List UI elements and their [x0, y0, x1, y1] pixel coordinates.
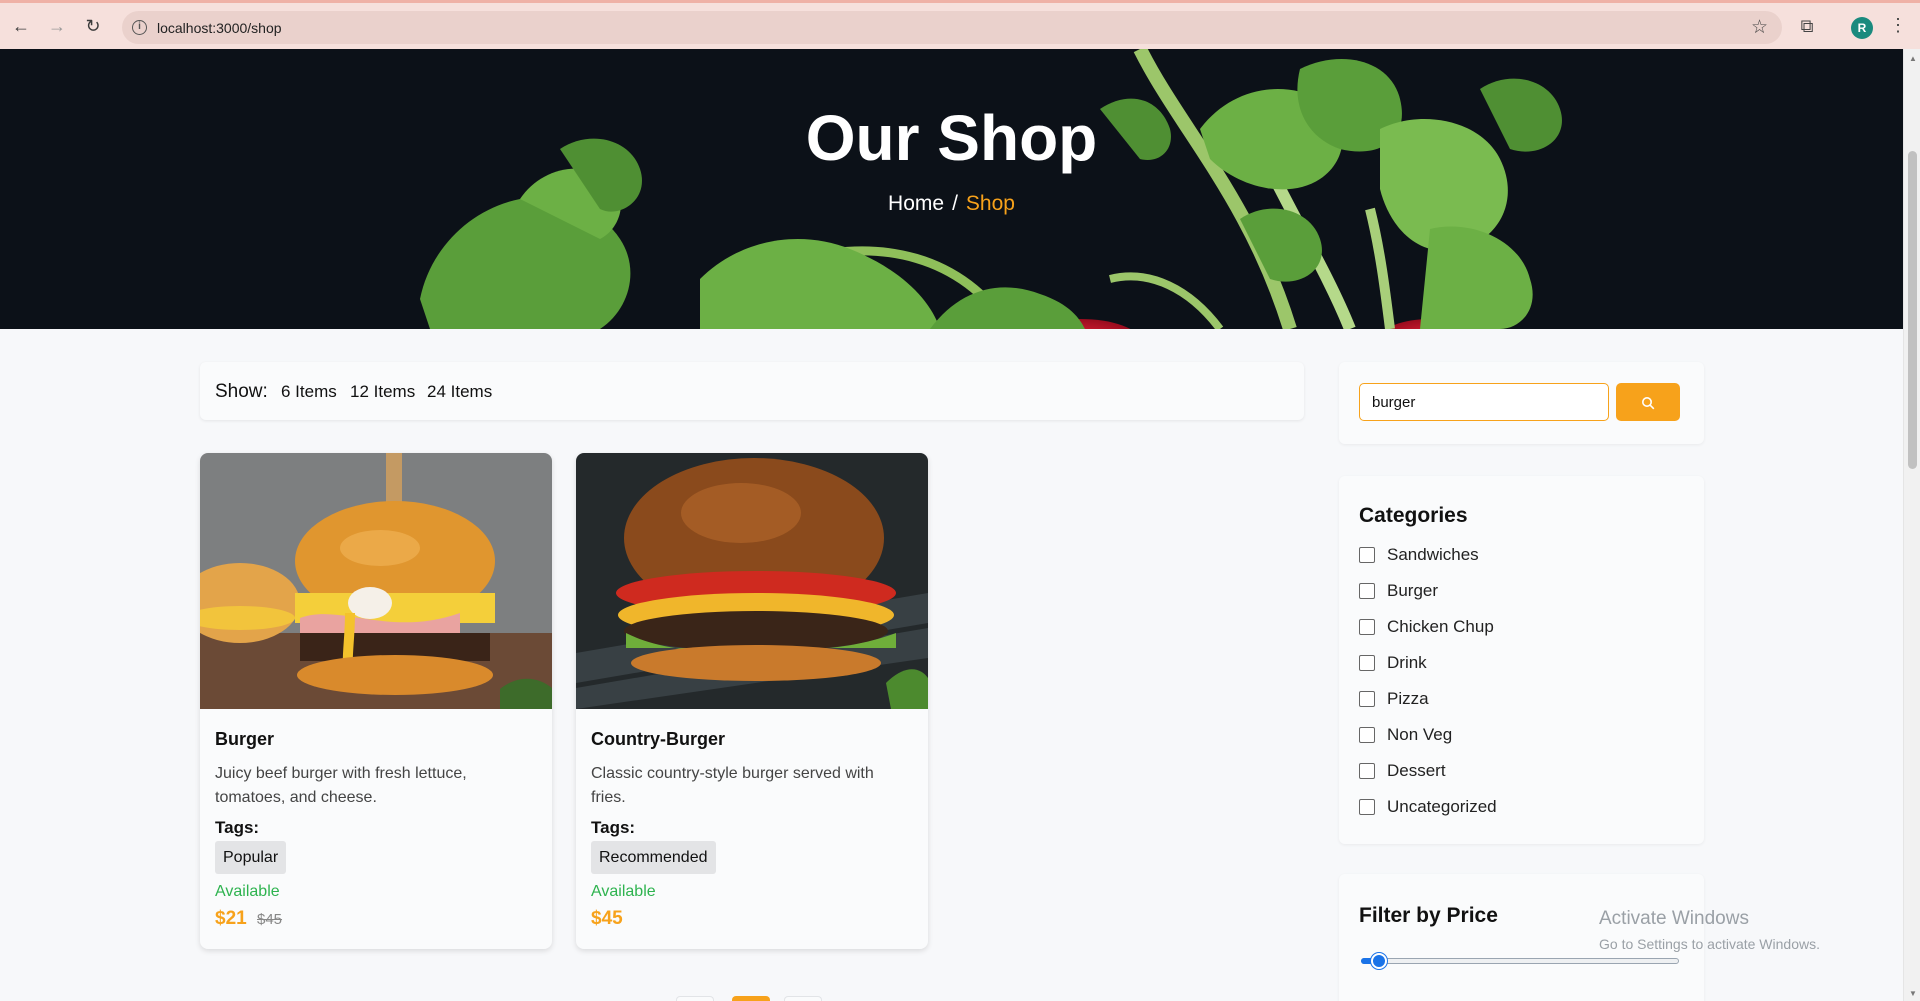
scrollbar-thumb[interactable] — [1908, 151, 1917, 469]
breadcrumb-separator: / — [952, 192, 958, 215]
product-image-country-burger[interactable] — [576, 453, 928, 709]
product-price: $21 — [215, 908, 247, 929]
extensions-icon[interactable]: ⧉ — [1796, 15, 1818, 37]
show-24-items-option[interactable]: 24 Items — [427, 382, 492, 402]
category-checkbox[interactable] — [1359, 583, 1375, 599]
price-slider-track[interactable] — [1361, 958, 1679, 964]
categories-widget: Categories Sandwiches Burger Chicken Chu… — [1339, 476, 1704, 844]
product-tag[interactable]: Recommended — [591, 841, 716, 874]
windows-activation-watermark: Activate Windows Go to Settings to activ… — [1599, 908, 1820, 952]
product-card[interactable]: Burger Juicy beef burger with fresh lett… — [200, 453, 552, 949]
category-checkbox[interactable] — [1359, 799, 1375, 815]
product-name[interactable]: Burger — [215, 729, 274, 750]
scroll-up-arrow-icon[interactable]: ▲ — [1909, 54, 1917, 63]
profile-avatar[interactable]: R — [1851, 17, 1873, 39]
category-label[interactable]: Pizza — [1387, 689, 1429, 709]
search-input[interactable] — [1359, 383, 1609, 421]
browser-toolbar: ← → ↻ i localhost:3000/shop ☆ ⧉ R ⋮ — [0, 0, 1920, 49]
show-12-items-option[interactable]: 12 Items — [350, 382, 415, 402]
show-label: Show: — [215, 381, 268, 402]
category-label[interactable]: Sandwiches — [1387, 545, 1479, 565]
category-checkbox[interactable] — [1359, 547, 1375, 563]
category-label[interactable]: Uncategorized — [1387, 797, 1497, 817]
hero-leaves-image — [420, 49, 1562, 329]
categories-title: Categories — [1359, 504, 1468, 527]
breadcrumb-current: Shop — [965, 192, 1015, 215]
show-items-bar: Show: 6 Items 12 Items 24 Items — [200, 362, 1304, 420]
product-image-burger[interactable] — [200, 453, 552, 709]
page-scrollbar[interactable]: ▲ ▼ — [1903, 49, 1920, 1001]
breadcrumb-home-link[interactable]: Home — [888, 192, 944, 215]
watermark-line1: Activate Windows — [1599, 908, 1749, 929]
pagination-next-button[interactable] — [784, 996, 822, 1001]
category-checkbox[interactable] — [1359, 655, 1375, 671]
product-description: Classic country-style burger served with… — [591, 765, 874, 806]
breadcrumb: Home / Shop — [0, 192, 1903, 216]
scroll-down-arrow-icon[interactable]: ▼ — [1909, 989, 1917, 998]
tags-label: Tags: — [591, 818, 636, 837]
address-bar[interactable]: i localhost:3000/shop ☆ — [122, 11, 1782, 44]
hero-banner: Our Shop Home / Shop — [0, 49, 1903, 329]
search-button[interactable] — [1616, 383, 1680, 421]
category-checkbox[interactable] — [1359, 763, 1375, 779]
product-description: Juicy beef burger with fresh lettuce, to… — [215, 765, 467, 806]
category-checkbox[interactable] — [1359, 691, 1375, 707]
price-slider-thumb[interactable] — [1371, 953, 1387, 969]
show-6-items-option[interactable]: 6 Items — [281, 382, 337, 402]
category-label[interactable]: Chicken Chup — [1387, 617, 1494, 637]
page-title: Our Shop — [805, 102, 1098, 174]
price-filter-title: Filter by Price — [1359, 904, 1498, 927]
pagination-page-button-active[interactable] — [732, 996, 770, 1001]
category-label[interactable]: Drink — [1387, 653, 1427, 673]
product-tag[interactable]: Popular — [215, 841, 287, 874]
menu-icon[interactable]: ⋮ — [1888, 15, 1908, 36]
forward-icon[interactable]: → — [46, 15, 68, 37]
product-card[interactable]: Country-Burger Classic country-style bur… — [576, 453, 928, 949]
bookmark-star-icon[interactable]: ☆ — [1751, 16, 1768, 39]
url-text[interactable]: localhost:3000/shop — [157, 20, 282, 36]
availability-status: Available — [215, 883, 280, 900]
product-name[interactable]: Country-Burger — [591, 729, 725, 750]
category-label[interactable]: Non Veg — [1387, 725, 1452, 745]
product-old-price: $45 — [257, 911, 283, 928]
pagination-prev-button[interactable] — [676, 996, 714, 1001]
availability-status: Available — [591, 883, 656, 900]
tags-label: Tags: — [215, 818, 260, 837]
category-label[interactable]: Dessert — [1387, 761, 1446, 781]
category-label[interactable]: Burger — [1387, 581, 1438, 601]
category-checkbox[interactable] — [1359, 727, 1375, 743]
watermark-line2: Go to Settings to activate Windows. — [1599, 936, 1820, 952]
search-icon — [1642, 397, 1655, 410]
reload-icon[interactable]: ↻ — [82, 15, 104, 37]
back-icon[interactable]: ← — [10, 15, 32, 37]
search-widget — [1339, 362, 1704, 444]
info-icon[interactable]: i — [132, 20, 147, 35]
category-checkbox[interactable] — [1359, 619, 1375, 635]
product-price: $45 — [591, 908, 623, 929]
